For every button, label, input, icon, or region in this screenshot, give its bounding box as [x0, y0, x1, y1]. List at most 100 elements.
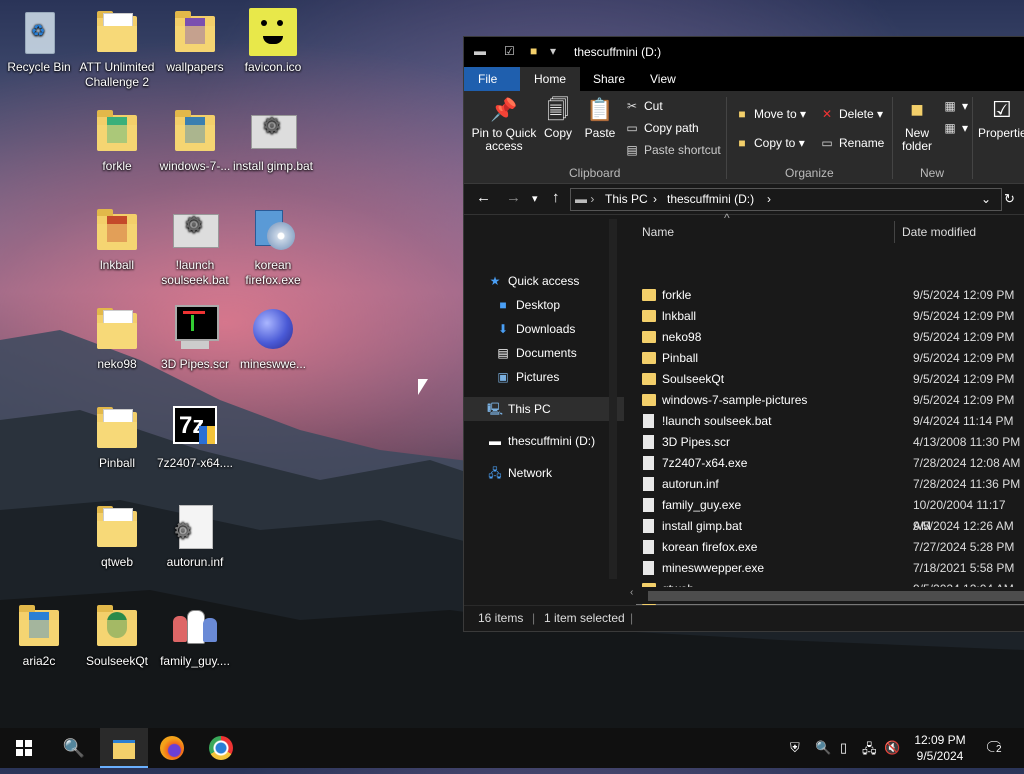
- file-row[interactable]: family_guy.exe 10/20/2004 11:17 AM: [636, 495, 1024, 533]
- file-row[interactable]: korean firefox.exe 7/27/2024 5:28 PM: [636, 537, 1024, 558]
- paste-shortcut-button[interactable]: ▤ Paste shortcut: [624, 143, 720, 157]
- scroll-left-icon[interactable]: ‹: [630, 587, 633, 598]
- tray-search-icon[interactable]: 🔍: [815, 740, 831, 756]
- cut-button[interactable]: ✂ Cut: [624, 99, 663, 113]
- desktop-icon-minesweeper[interactable]: mineswwe...: [231, 305, 315, 372]
- forward-arrow-icon[interactable]: →: [506, 189, 521, 206]
- copy-button[interactable]: 🗐 Copy: [540, 97, 576, 140]
- search-button[interactable]: 🔍: [50, 728, 98, 768]
- file-row[interactable]: install gimp.bat 9/5/2024 12:26 AM: [636, 516, 1024, 537]
- file-row[interactable]: mineswwepper.exe 7/18/2021 5:58 PM: [636, 558, 1024, 579]
- desktop-icon-soulseekqt[interactable]: SoulseekQt: [75, 602, 159, 669]
- customize-qat-icon[interactable]: ▾: [550, 44, 556, 58]
- usb-drive-icon[interactable]: ▯: [840, 740, 847, 756]
- nav-network[interactable]: 🖧 Network: [464, 461, 644, 485]
- folder-icon: [93, 602, 141, 650]
- new-item-button[interactable]: ▦ ▾: [942, 99, 968, 113]
- desktop-icon-recycle-bin[interactable]: ♻ Recycle Bin: [0, 8, 81, 75]
- file-row[interactable]: 7z2407-x64.exe 7/28/2024 12:08 AM: [636, 453, 1024, 474]
- refresh-icon[interactable]: ↻: [1004, 191, 1015, 207]
- desktop-icon-neko98[interactable]: neko98: [75, 305, 159, 372]
- volume-muted-icon[interactable]: 🔇: [884, 740, 900, 756]
- breadcrumb-this-pc[interactable]: This PC: [605, 192, 648, 206]
- status-divider: |: [630, 611, 634, 625]
- scrollbar-thumb[interactable]: [648, 591, 1024, 601]
- address-bar[interactable]: ▬ › This PC › thescuffmini (D:) › ⌄: [570, 188, 1002, 211]
- delete-button[interactable]: ✕ Delete ▾: [819, 107, 883, 121]
- taskbar-firefox[interactable]: [148, 728, 196, 768]
- recent-locations-chevron-icon[interactable]: ▾: [532, 192, 538, 205]
- pin-to-quick-access-button[interactable]: 📌 Pin to Quick access: [470, 97, 538, 153]
- paste-button[interactable]: 📋 Paste: [582, 97, 618, 140]
- new-folder-quick-icon[interactable]: ■: [530, 44, 537, 58]
- desktop-icon-qtweb[interactable]: qtweb: [75, 503, 159, 570]
- desktop-icon-forkle[interactable]: forkle: [75, 107, 159, 174]
- copy-to-button[interactable]: ■ Copy to ▾: [734, 136, 804, 150]
- desktop-icon-favicon[interactable]: favicon.ico: [231, 8, 315, 75]
- up-arrow-icon[interactable]: ↑: [552, 189, 560, 206]
- taskbar-chrome[interactable]: [197, 728, 245, 768]
- tab-file[interactable]: File: [464, 67, 520, 91]
- file-row[interactable]: !launch soulseek.bat 9/4/2024 11:14 PM: [636, 411, 1024, 432]
- easy-access-button[interactable]: ▦ ▾: [942, 121, 968, 135]
- navigation-pane-scrollbar[interactable]: [609, 219, 617, 579]
- action-center-button[interactable]: 🗨 2: [984, 738, 1004, 758]
- desktop-icon-windows-7[interactable]: windows-7-...: [153, 107, 237, 174]
- desktop-icon-korean-firefox[interactable]: korean firefox.exe: [231, 206, 315, 288]
- folder-icon: [93, 206, 141, 254]
- breadcrumb-drive[interactable]: thescuffmini (D:): [667, 192, 754, 206]
- file-row[interactable]: SoulseekQt 9/5/2024 12:09 PM: [636, 369, 1024, 390]
- desktop-icon-pinball[interactable]: Pinball: [75, 404, 159, 471]
- desktop-icon-wallpapers[interactable]: wallpapers: [153, 8, 237, 75]
- column-separator[interactable]: [894, 221, 895, 243]
- desktop-icon-3d-pipes[interactable]: 3D Pipes.scr: [153, 305, 237, 372]
- desktop-icon-autorun[interactable]: ⚙ autorun.inf: [153, 503, 237, 570]
- file-row[interactable]: forkle 9/5/2024 12:09 PM: [636, 285, 1024, 306]
- desktop-icon: ■: [499, 298, 507, 312]
- rename-button[interactable]: ▭ Rename: [819, 136, 884, 150]
- desktop-icon-aria2c[interactable]: aria2c: [0, 602, 81, 669]
- desktop-icon-label: lnkball: [99, 258, 135, 272]
- column-header-name[interactable]: Name: [642, 225, 674, 239]
- properties-quick-icon[interactable]: ☑: [504, 44, 515, 58]
- ribbon-tabs: File Home Share View: [464, 67, 1024, 91]
- horizontal-scrollbar[interactable]: ‹: [624, 587, 1024, 604]
- properties-button[interactable]: ☑ Properties: [978, 97, 1024, 140]
- nav-this-pc[interactable]: 🖳 This PC: [464, 397, 644, 421]
- copy-path-button[interactable]: ▭ Copy path: [624, 121, 698, 135]
- tab-share[interactable]: Share: [579, 67, 639, 91]
- new-folder-button[interactable]: ■ New folder: [898, 97, 936, 153]
- tab-view[interactable]: View: [636, 67, 690, 91]
- desktop: { "desktop": { "icons": [ {"label":"Recy…: [0, 0, 1024, 768]
- tab-home[interactable]: Home: [520, 67, 581, 91]
- desktop-icon-label: mineswwe...: [239, 357, 307, 371]
- desktop-icon-att-unlimited[interactable]: ATT Unlimited Challenge 2: [75, 8, 159, 90]
- file-date-modified: 9/5/2024 12:09 PM: [913, 288, 1015, 302]
- file-row[interactable]: autorun.inf 7/28/2024 11:36 PM: [636, 474, 1024, 495]
- security-shield-icon[interactable]: ⛨: [790, 740, 800, 756]
- move-to-button[interactable]: ■ Move to ▾: [734, 107, 806, 121]
- file-row[interactable]: neko98 9/5/2024 12:09 PM: [636, 327, 1024, 348]
- clock[interactable]: 12:09 PM 9/5/2024: [900, 732, 980, 764]
- desktop-icon-launch-soulseek[interactable]: !launch soulseek.bat: [153, 206, 237, 288]
- start-button[interactable]: [0, 728, 48, 768]
- desktop-icon-7zip[interactable]: 7z 7z2407-x64....: [153, 404, 237, 471]
- new-folder-icon: ■: [910, 97, 924, 122]
- pictures-icon: ▣: [497, 370, 509, 384]
- file-row[interactable]: windows-7-sample-pictures 9/5/2024 12:09 …: [636, 390, 1024, 411]
- nav-quick-access[interactable]: ★ Quick access: [464, 269, 644, 293]
- column-header-date-modified[interactable]: Date modified: [902, 225, 976, 239]
- desktop-icon-family-guy[interactable]: family_guy....: [153, 602, 237, 669]
- file-row[interactable]: lnkball 9/5/2024 12:09 PM: [636, 306, 1024, 327]
- network-tray-icon[interactable]: 🖧: [862, 740, 877, 762]
- file-row[interactable]: 3D Pipes.scr 4/13/2008 11:30 PM: [636, 432, 1024, 453]
- back-arrow-icon[interactable]: ←: [476, 189, 491, 206]
- nav-drive[interactable]: ▬ thescuffmini (D:): [464, 429, 644, 453]
- notification-count: 2: [994, 744, 1004, 755]
- taskbar-file-explorer[interactable]: [100, 728, 148, 768]
- desktop-icon-install-gimp[interactable]: install gimp.bat: [231, 107, 315, 174]
- computer-icon: 🖳: [486, 402, 503, 416]
- desktop-icon-lnkball[interactable]: lnkball: [75, 206, 159, 273]
- address-dropdown-icon[interactable]: ⌄: [981, 192, 991, 206]
- file-row[interactable]: Pinball 9/5/2024 12:09 PM: [636, 348, 1024, 369]
